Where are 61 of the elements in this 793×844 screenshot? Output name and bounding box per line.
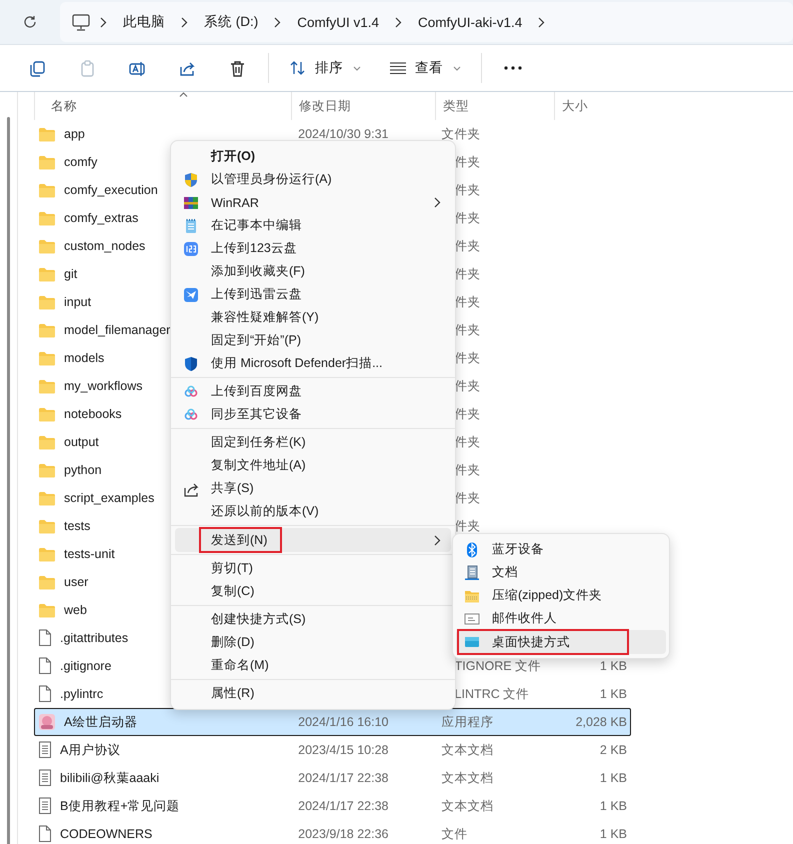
file-name: CODEOWNERS: [60, 827, 152, 841]
file-name: tests: [64, 519, 90, 533]
file-type: 应用程序: [442, 714, 494, 728]
file-type: 件夹: [454, 378, 481, 392]
file-size: 1 KB: [600, 659, 627, 673]
file-name: app: [64, 127, 85, 141]
file-type: 件夹: [454, 434, 481, 448]
file-type: 件夹: [454, 154, 481, 168]
file-name: A用户协议: [60, 742, 120, 758]
file-name: notebooks: [64, 407, 122, 421]
file-type: 件夹: [454, 518, 481, 532]
file-type: 件夹: [454, 294, 481, 308]
file-size: 1 KB: [600, 687, 627, 701]
file-type: 文本文档: [442, 770, 494, 784]
file-type: 件夹: [454, 350, 481, 364]
file-name: model_filemanager: [64, 323, 170, 337]
modified-date: 2024/1/17 22:38: [298, 771, 388, 785]
file-type: 件夹: [454, 322, 481, 336]
file-type: 件夹: [454, 490, 481, 504]
file-type: 文本文档: [442, 798, 494, 812]
file-type: 件夹: [454, 406, 481, 420]
file-name: script_examples: [64, 491, 154, 505]
file-name: web: [64, 603, 87, 617]
file-size: 1 KB: [600, 799, 628, 813]
file-name: output: [64, 435, 99, 449]
file-name: .gitattributes: [60, 631, 128, 645]
file-type: 文件夹: [442, 126, 481, 140]
file-name: tests-unit: [64, 547, 115, 561]
file-size: 2,028 KB: [576, 715, 628, 729]
file-name: user: [64, 575, 88, 589]
file-size: 2 KB: [600, 743, 628, 757]
file-name: input: [64, 295, 92, 309]
file-name: A绘世启动器: [64, 714, 138, 730]
file-name: models: [64, 351, 104, 365]
file-name: .pylintrc: [60, 687, 104, 701]
file-name: comfy_execution: [64, 183, 158, 197]
file-size: 1 KB: [600, 827, 628, 841]
file-name: bilibili@秋葉aaaki: [60, 770, 160, 786]
file-name: my_workflows: [64, 379, 142, 393]
file-name: python: [64, 463, 102, 477]
modified-date: 2024/10/30 9:31: [298, 127, 388, 141]
file-type: TIGNORE 文件: [454, 658, 542, 672]
file-type: 件夹: [454, 266, 481, 280]
file-type: LINTRC 文件: [454, 686, 530, 700]
file-name: .gitignore: [60, 659, 112, 673]
file-type: 件夹: [454, 182, 481, 196]
file-size: 1 KB: [600, 771, 628, 785]
file-name: B使用教程+常见问题: [60, 798, 180, 814]
file-type: 文本文档: [442, 742, 494, 756]
file-type: 件夹: [454, 462, 481, 476]
modified-date: 2024/1/17 22:38: [298, 799, 388, 813]
file-name: comfy_extras: [64, 211, 138, 225]
modified-date: 2024/1/16 16:10: [298, 715, 388, 729]
file-type: 件夹: [454, 210, 481, 224]
modified-date: 2023/9/18 22:36: [298, 827, 388, 841]
file-name: git: [64, 267, 78, 281]
modified-date: 2023/4/15 10:28: [298, 743, 388, 757]
file-name: comfy: [64, 155, 98, 169]
file-name: custom_nodes: [64, 239, 146, 253]
file-type: 件夹: [454, 238, 481, 252]
file-type: 文件: [442, 826, 468, 840]
